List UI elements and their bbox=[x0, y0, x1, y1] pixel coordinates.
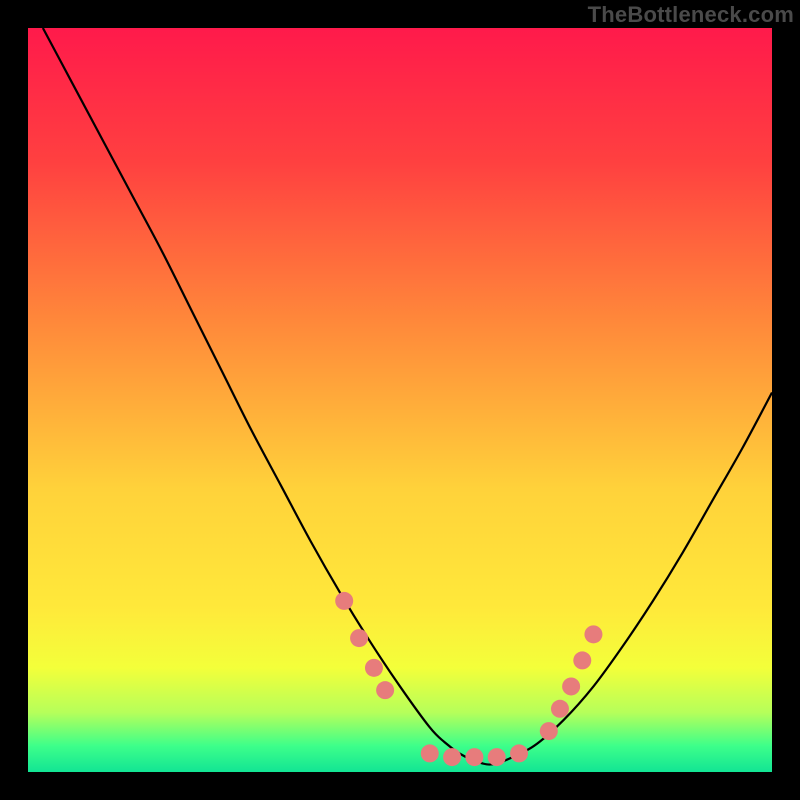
highlight-dot bbox=[551, 700, 569, 718]
highlight-dot bbox=[510, 744, 528, 762]
highlight-dot bbox=[350, 629, 368, 647]
highlight-dot bbox=[335, 592, 353, 610]
highlight-dot bbox=[488, 748, 506, 766]
highlight-dot bbox=[365, 659, 383, 677]
watermark-text: TheBottleneck.com bbox=[588, 2, 794, 28]
gradient-background bbox=[28, 28, 772, 772]
highlight-dot bbox=[421, 744, 439, 762]
bottleneck-chart bbox=[0, 0, 800, 800]
highlight-dot bbox=[584, 625, 602, 643]
highlight-dot bbox=[540, 722, 558, 740]
highlight-dot bbox=[443, 748, 461, 766]
chart-stage: TheBottleneck.com bbox=[0, 0, 800, 800]
highlight-dot bbox=[465, 748, 483, 766]
highlight-dot bbox=[562, 677, 580, 695]
highlight-dot bbox=[573, 651, 591, 669]
highlight-dot bbox=[376, 681, 394, 699]
